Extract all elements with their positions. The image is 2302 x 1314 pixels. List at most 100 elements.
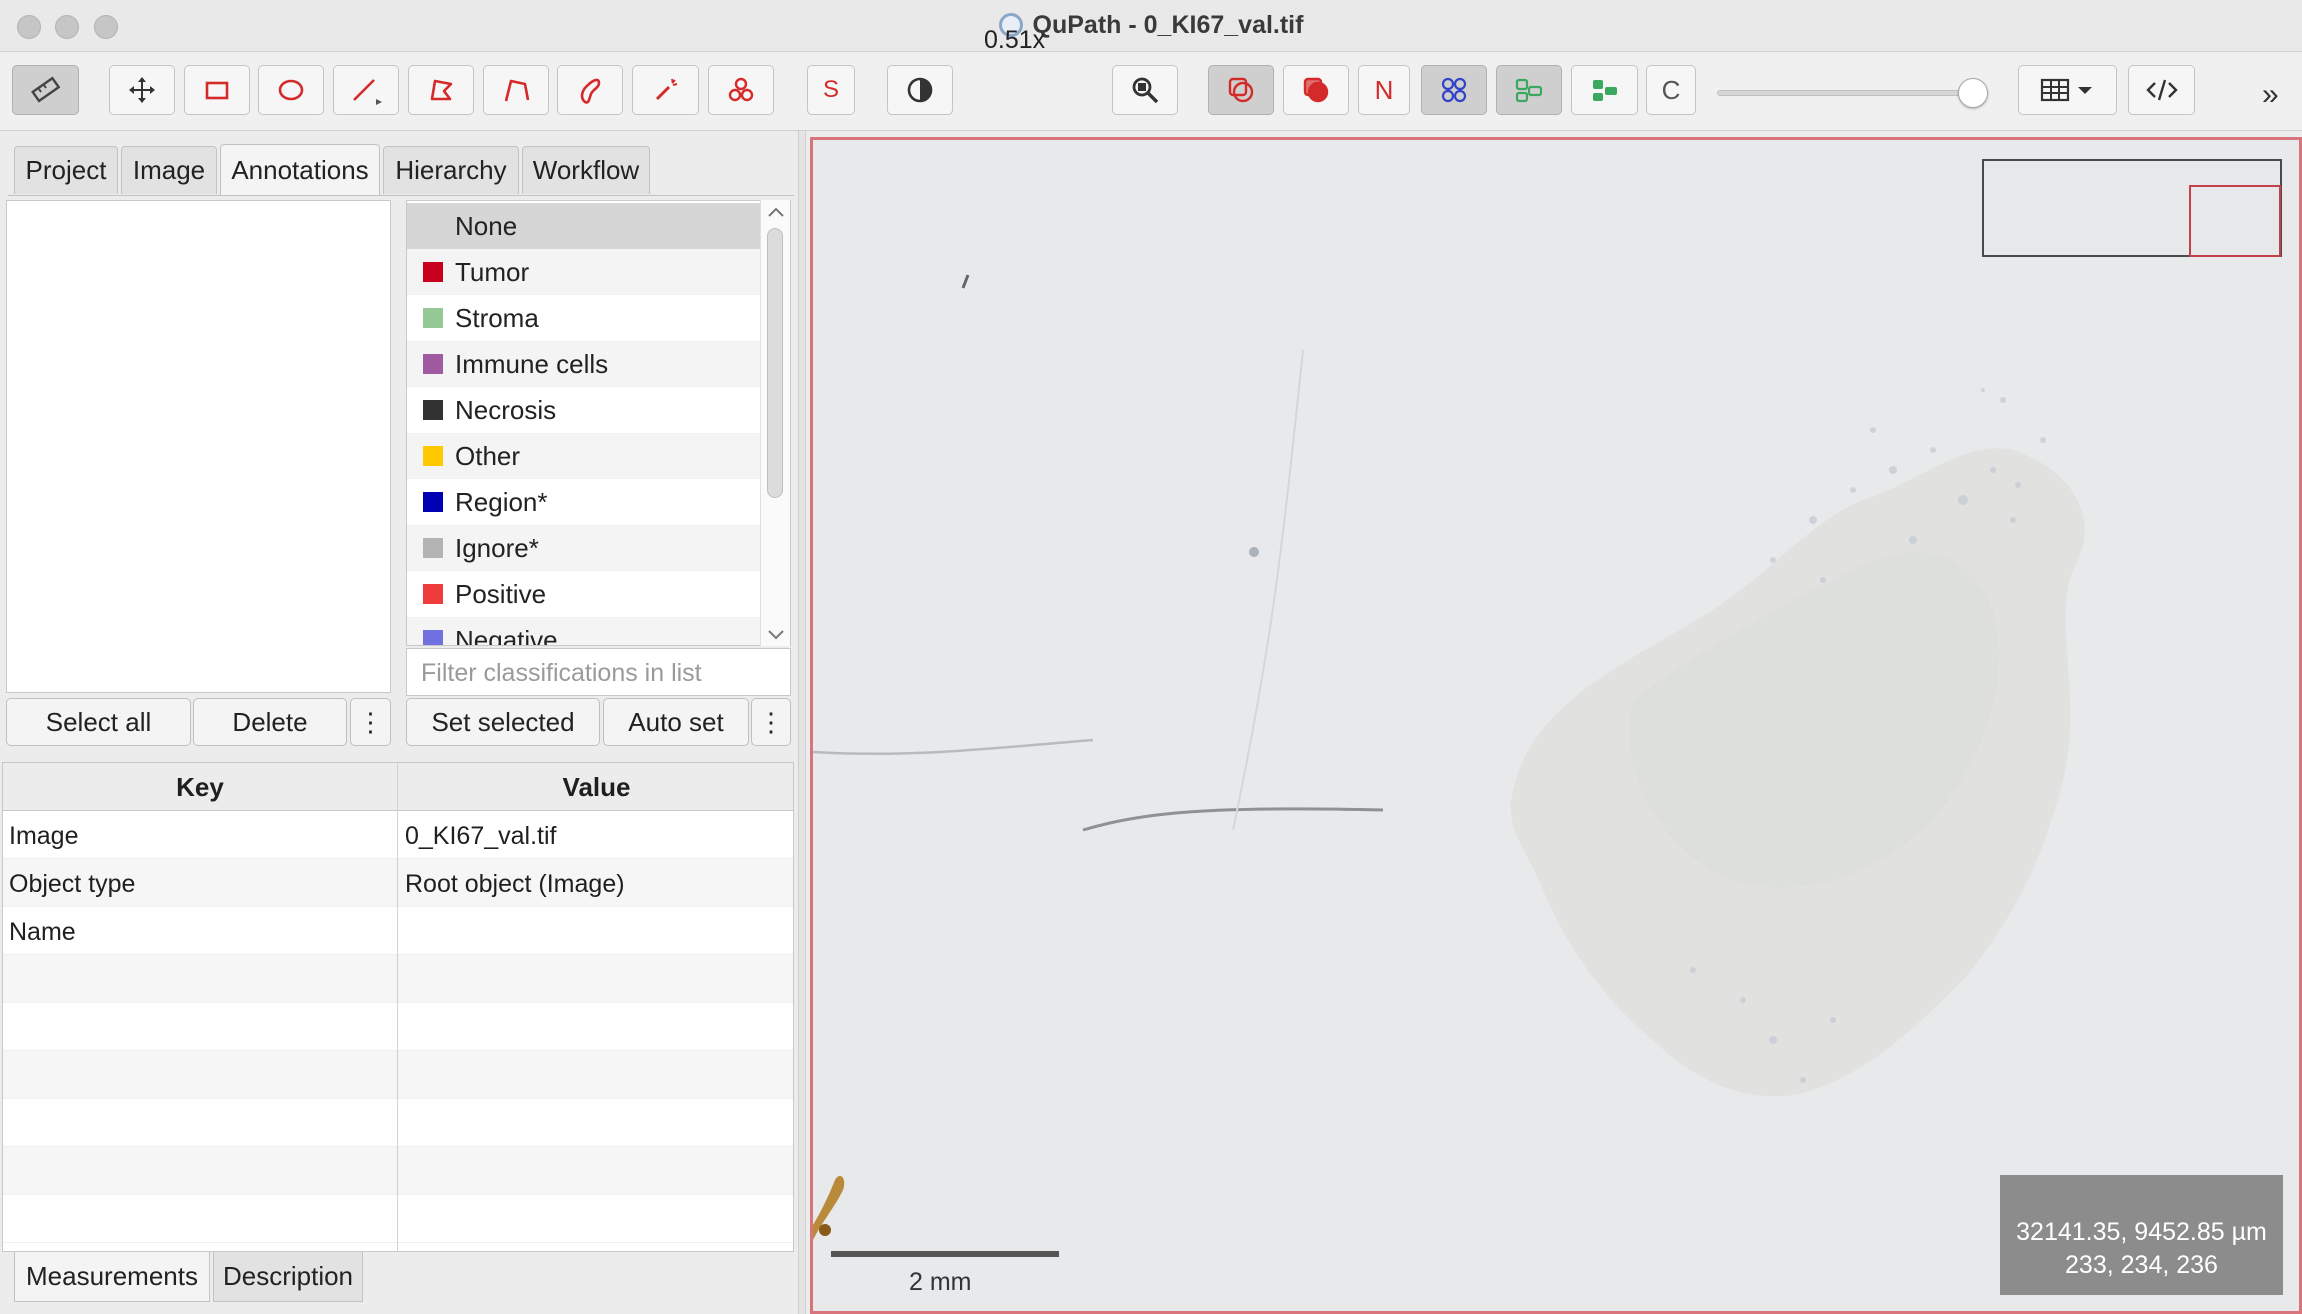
measurement-table-button[interactable]: [2018, 65, 2117, 115]
tab-measurements[interactable]: Measurements: [14, 1252, 210, 1302]
zoom-to-fit-icon: [1130, 75, 1160, 105]
tab-annotations[interactable]: Annotations: [220, 144, 380, 196]
show-detections-button[interactable]: [1496, 65, 1562, 115]
tab-project[interactable]: Project: [14, 146, 118, 194]
selection-mode-icon: S: [822, 76, 839, 103]
move-icon: [127, 75, 157, 105]
zoom-level: 0.51x: [984, 26, 1046, 54]
window-title: QuPath - 0_KI67_val.tif: [0, 11, 2302, 40]
class-item-tumor[interactable]: Tumor: [407, 249, 761, 295]
table-row-empty: [3, 1195, 793, 1243]
polygon-icon: [426, 75, 456, 105]
show-names-button[interactable]: N: [1358, 65, 1410, 115]
classification-list[interactable]: None Tumor Stroma Immune cells Necrosis …: [406, 200, 791, 646]
table-row-empty: [3, 1051, 793, 1099]
title-bar: QuPath - 0_KI67_val.tif: [0, 0, 2302, 52]
class-item-region[interactable]: Region*: [407, 479, 761, 525]
table-row-empty: [3, 1003, 793, 1051]
class-color-swatch: [423, 492, 443, 512]
panel-splitter[interactable]: [798, 131, 806, 1314]
polygon-tool-button[interactable]: [408, 65, 474, 115]
overview-viewport-box[interactable]: [2189, 185, 2281, 257]
annotation-list[interactable]: [6, 200, 391, 693]
class-options-button[interactable]: ⋮: [751, 698, 791, 746]
opacity-slider[interactable]: [1717, 90, 1971, 96]
row-value: Root object (Image): [405, 870, 625, 898]
selection-mode-button[interactable]: S: [807, 65, 855, 115]
move-tool-button[interactable]: [109, 65, 175, 115]
column-header-value[interactable]: Value: [398, 763, 793, 811]
tab-description[interactable]: Description: [213, 1252, 363, 1302]
column-divider: [397, 763, 398, 1251]
ruler-icon: [30, 75, 61, 105]
class-item-stroma[interactable]: Stroma: [407, 295, 761, 341]
auto-set-button[interactable]: Auto set: [603, 698, 749, 746]
opacity-slider-knob[interactable]: [1958, 78, 1988, 108]
show-pixel-classification-icon: C: [1661, 74, 1681, 105]
table-row-empty: [3, 1099, 793, 1147]
cursor-info-overlay: 32141.35, 9452.85 µm 233, 234, 236: [2000, 1175, 2283, 1295]
brush-icon: [575, 75, 605, 105]
polyline-icon: [501, 75, 531, 105]
brightness-contrast-button[interactable]: [887, 65, 953, 115]
ellipse-icon: [276, 75, 306, 105]
image-viewer[interactable]: 2 mm 32141.35, 9452.85 µm 233, 234, 236: [810, 137, 2302, 1314]
show-tma-grid-icon: [1439, 75, 1469, 105]
class-color-swatch: [423, 216, 443, 236]
select-all-button[interactable]: Select all: [6, 698, 191, 746]
points-tool-button[interactable]: [708, 65, 774, 115]
measure-tool-button[interactable]: [12, 65, 79, 115]
scale-bar-label: 2 mm: [909, 1268, 972, 1296]
table-row[interactable]: Object type Root object (Image): [3, 859, 793, 907]
class-item-necrosis[interactable]: Necrosis: [407, 387, 761, 433]
rectangle-tool-button[interactable]: [184, 65, 250, 115]
fill-annotations-button[interactable]: [1283, 65, 1349, 115]
script-editor-button[interactable]: [2128, 65, 2195, 115]
brush-tool-button[interactable]: [557, 65, 623, 115]
overview-thumbnail[interactable]: [1982, 159, 2282, 257]
show-annotations-button[interactable]: [1208, 65, 1274, 115]
annotation-options-button[interactable]: ⋮: [350, 698, 391, 746]
table-row[interactable]: Name: [3, 907, 793, 955]
show-names-icon: N: [1374, 74, 1394, 105]
class-item-positive[interactable]: Positive: [407, 571, 761, 617]
delete-button[interactable]: Delete: [193, 698, 347, 746]
fill-annotations-icon: [1301, 75, 1331, 105]
class-item-none[interactable]: None: [407, 203, 761, 249]
class-item-negative[interactable]: Negative: [407, 617, 761, 645]
show-tma-grid-button[interactable]: [1421, 65, 1487, 115]
class-item-ignore[interactable]: Ignore*: [407, 525, 761, 571]
table-row-empty: [3, 1147, 793, 1195]
toolbar-overflow-icon[interactable]: »: [2262, 78, 2279, 112]
measurement-table: Key Value Image 0_KI67_val.tif Object ty…: [2, 762, 794, 1252]
class-color-swatch: [423, 308, 443, 328]
wand-tool-button[interactable]: [632, 65, 699, 115]
set-selected-button[interactable]: Set selected: [406, 698, 600, 746]
class-item-other[interactable]: Other: [407, 433, 761, 479]
zoom-to-fit-button[interactable]: [1112, 65, 1178, 115]
column-header-key[interactable]: Key: [3, 763, 397, 811]
class-color-swatch: [423, 446, 443, 466]
tab-hierarchy[interactable]: Hierarchy: [383, 146, 519, 194]
show-annotations-icon: [1226, 75, 1256, 105]
fill-detections-icon: [1590, 75, 1620, 105]
polyline-tool-button[interactable]: [483, 65, 549, 115]
rectangle-icon: [202, 75, 232, 105]
ellipse-tool-button[interactable]: [258, 65, 324, 115]
tab-image[interactable]: Image: [121, 146, 217, 194]
fill-detections-button[interactable]: [1571, 65, 1638, 115]
script-editor-icon: [2145, 75, 2179, 105]
cursor-position: 32141.35, 9452.85 µm: [2016, 1218, 2267, 1246]
class-item-immune-cells[interactable]: Immune cells: [407, 341, 761, 387]
show-pixel-classification-button[interactable]: C: [1646, 65, 1696, 115]
line-tool-button[interactable]: [333, 65, 399, 115]
tab-workflow[interactable]: Workflow: [522, 146, 650, 194]
table-row[interactable]: Image 0_KI67_val.tif: [3, 811, 793, 859]
classification-scrollbar-thumb[interactable]: [767, 228, 783, 498]
class-color-swatch: [423, 400, 443, 420]
class-color-swatch: [423, 262, 443, 282]
filter-classifications-input[interactable]: Filter classifications in list: [406, 648, 791, 696]
row-value: 0_KI67_val.tif: [405, 822, 557, 850]
brightness-contrast-icon: [905, 75, 935, 105]
class-color-swatch: [423, 538, 443, 558]
